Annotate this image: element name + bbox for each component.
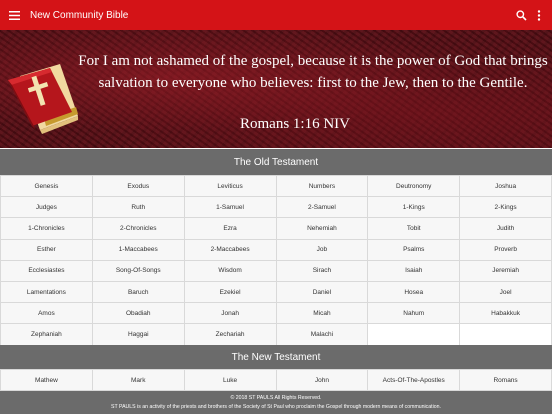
book-button-1-samuel[interactable]: 1-Samuel [184, 197, 276, 218]
book-button-2-chronicles[interactable]: 2-Chronicles [92, 218, 184, 239]
book-button-1-kings[interactable]: 1-Kings [368, 197, 460, 218]
search-icon[interactable] [512, 0, 530, 30]
book-button-romans[interactable]: Romans [460, 370, 551, 390]
book-button-proverb[interactable]: Proverb [460, 239, 551, 260]
book-button-john[interactable]: John [276, 370, 368, 390]
book-button-joshua[interactable]: Joshua [460, 176, 551, 197]
verse-banner: For I am not ashamed of the gospel, beca… [0, 30, 552, 148]
book-button-malachi[interactable]: Malachi [276, 324, 368, 345]
more-vertical-icon[interactable] [530, 0, 548, 30]
book-button-micah[interactable]: Micah [276, 303, 368, 324]
new-testament-header: The New Testament [0, 345, 552, 369]
daily-verse-text: For I am not ashamed of the gospel, beca… [78, 50, 548, 94]
book-button-amos[interactable]: Amos [1, 303, 92, 324]
book-button-nehemiah[interactable]: Nehemiah [276, 218, 368, 239]
book-button-tobit[interactable]: Tobit [368, 218, 460, 239]
new-testament-book-grid: Mathew Mark Luke John Acts-Of-The-Apostles Ro… [0, 369, 552, 391]
book-button-psalms[interactable]: Psalms [368, 239, 460, 260]
book-button-2-maccabees[interactable]: 2-Maccabees [184, 239, 276, 260]
book-button-zephaniah[interactable]: Zephaniah [1, 324, 92, 345]
book-button-jeremiah[interactable]: Jeremiah [460, 260, 551, 281]
book-button-genesis[interactable]: Genesis [1, 176, 92, 197]
book-button-luke[interactable]: Luke [184, 370, 276, 390]
empty-grid-cell [460, 324, 551, 345]
book-button-leviticus[interactable]: Leviticus [184, 176, 276, 197]
book-button-acts-of-the-apostles[interactable]: Acts-Of-The-Apostles [368, 370, 460, 390]
book-button-baruch[interactable]: Baruch [92, 281, 184, 303]
book-button-esther[interactable]: Esther [1, 239, 92, 260]
hamburger-menu-icon[interactable] [0, 0, 28, 30]
book-button-daniel[interactable]: Daniel [276, 281, 368, 303]
book-button-mark[interactable]: Mark [92, 370, 184, 390]
book-button-haggai[interactable]: Haggai [92, 324, 184, 345]
book-button-deutronomy[interactable]: Deutronomy [368, 176, 460, 197]
book-button-exodus[interactable]: Exodus [92, 176, 184, 197]
verse-line-1: For I am not ashamed of the gospel, beca… [78, 53, 548, 69]
book-button-ezekiel[interactable]: Ezekiel [184, 281, 276, 303]
book-button-joel[interactable]: Joel [460, 281, 551, 303]
book-button-numbers[interactable]: Numbers [276, 176, 368, 197]
book-button-hosea[interactable]: Hosea [368, 281, 460, 303]
old-testament-header: The Old Testament [0, 149, 552, 175]
book-button-song-of-songs[interactable]: Song-Of-Songs [92, 260, 184, 281]
app-title: New Community Bible [30, 9, 129, 21]
book-button-lamentations[interactable]: Lamentations [1, 281, 92, 303]
about-text: ST PAULS is an activity of the priests a… [111, 404, 441, 410]
book-button-judges[interactable]: Judges [1, 197, 92, 218]
book-button-wisdom[interactable]: Wisdom [184, 260, 276, 281]
book-button-2-samuel[interactable]: 2-Samuel [276, 197, 368, 218]
book-button-judith[interactable]: Judith [460, 218, 551, 239]
book-button-sirach[interactable]: Sirach [276, 260, 368, 281]
footer: © 2018 ST PAULS All Rights Reserved. ST … [0, 391, 552, 414]
book-button-1-maccabees[interactable]: 1-Maccabees [92, 239, 184, 260]
book-button-isaiah[interactable]: Isaiah [368, 260, 460, 281]
book-button-nahum[interactable]: Nahum [368, 303, 460, 324]
book-button-jonah[interactable]: Jonah [184, 303, 276, 324]
old-testament-book-grid: Genesis Exodus Leviticus Numbers Deutronomy J… [0, 175, 552, 345]
book-button-1-chronicles[interactable]: 1-Chronicles [1, 218, 92, 239]
empty-grid-cell [368, 324, 460, 345]
book-button-ezra[interactable]: Ezra [184, 218, 276, 239]
book-button-ecclesiastes[interactable]: Ecclesiastes [1, 260, 92, 281]
book-button-ruth[interactable]: Ruth [92, 197, 184, 218]
book-button-zechariah[interactable]: Zechariah [184, 324, 276, 345]
bible-book-icon [6, 54, 82, 139]
app-bar: New Community Bible [0, 0, 552, 30]
book-button-habakkuk[interactable]: Habakkuk [460, 303, 551, 324]
book-button-obadiah[interactable]: Obadiah [92, 303, 184, 324]
book-button-job[interactable]: Job [276, 239, 368, 260]
verse-reference: Romans 1:16 NIV [240, 116, 350, 132]
book-button-mathew[interactable]: Mathew [1, 370, 92, 390]
copyright-text: © 2018 ST PAULS All Rights Reserved. [230, 395, 322, 401]
verse-line-2: salvation to everyone who believes: firs… [98, 75, 528, 91]
book-button-2-kings[interactable]: 2-Kings [460, 197, 551, 218]
